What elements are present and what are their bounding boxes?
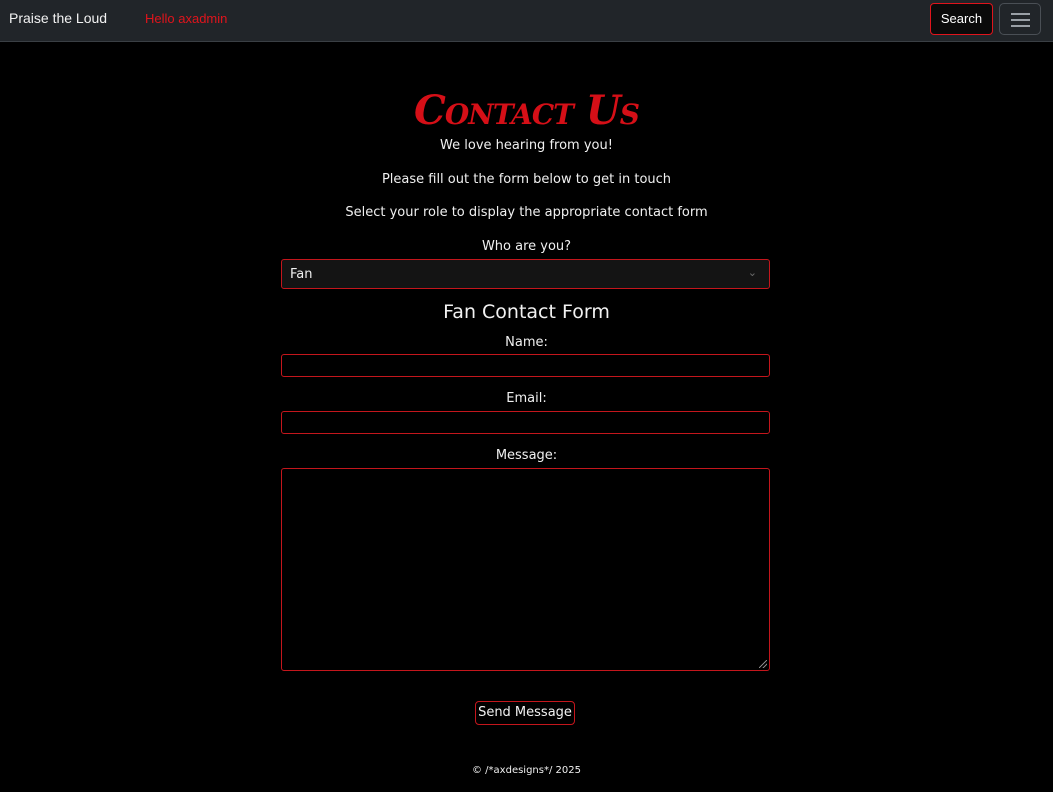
navbar-toggler-button[interactable] — [999, 3, 1041, 35]
user-greeting: Hello axadmin — [145, 11, 228, 26]
page-title: Contact Us — [414, 87, 640, 134]
name-field[interactable] — [281, 354, 770, 377]
form-title: Fan Contact Form — [443, 301, 610, 323]
role-label: Who are you? — [481, 239, 572, 254]
resize-handle-icon[interactable] — [759, 660, 767, 668]
page-instruction: Please fill out the form below to get in… — [381, 172, 672, 187]
footer-copyright: © /*axdesigns*/ 2025 — [472, 765, 581, 776]
search-button[interactable]: Search — [930, 3, 993, 35]
message-label: Message: — [495, 448, 558, 463]
brand-link[interactable]: Praise the Loud — [9, 10, 107, 26]
role-select-value: Fan — [290, 267, 313, 282]
message-textarea[interactable] — [281, 468, 770, 671]
navbar: Praise the Loud Hello axadmin Search — [0, 0, 1053, 42]
name-label: Name: — [505, 335, 548, 350]
hamburger-menu-icon — [1011, 13, 1030, 15]
page-subtitle: We love hearing from you! — [440, 138, 613, 153]
role-hint: Select your role to display the appropri… — [345, 205, 708, 220]
email-label: Email: — [506, 391, 547, 406]
send-message-button[interactable]: Send Message — [475, 701, 575, 725]
role-select[interactable]: Fan ⌄ — [281, 259, 770, 289]
email-field[interactable] — [281, 411, 770, 434]
chevron-down-icon: ⌄ — [747, 266, 757, 279]
